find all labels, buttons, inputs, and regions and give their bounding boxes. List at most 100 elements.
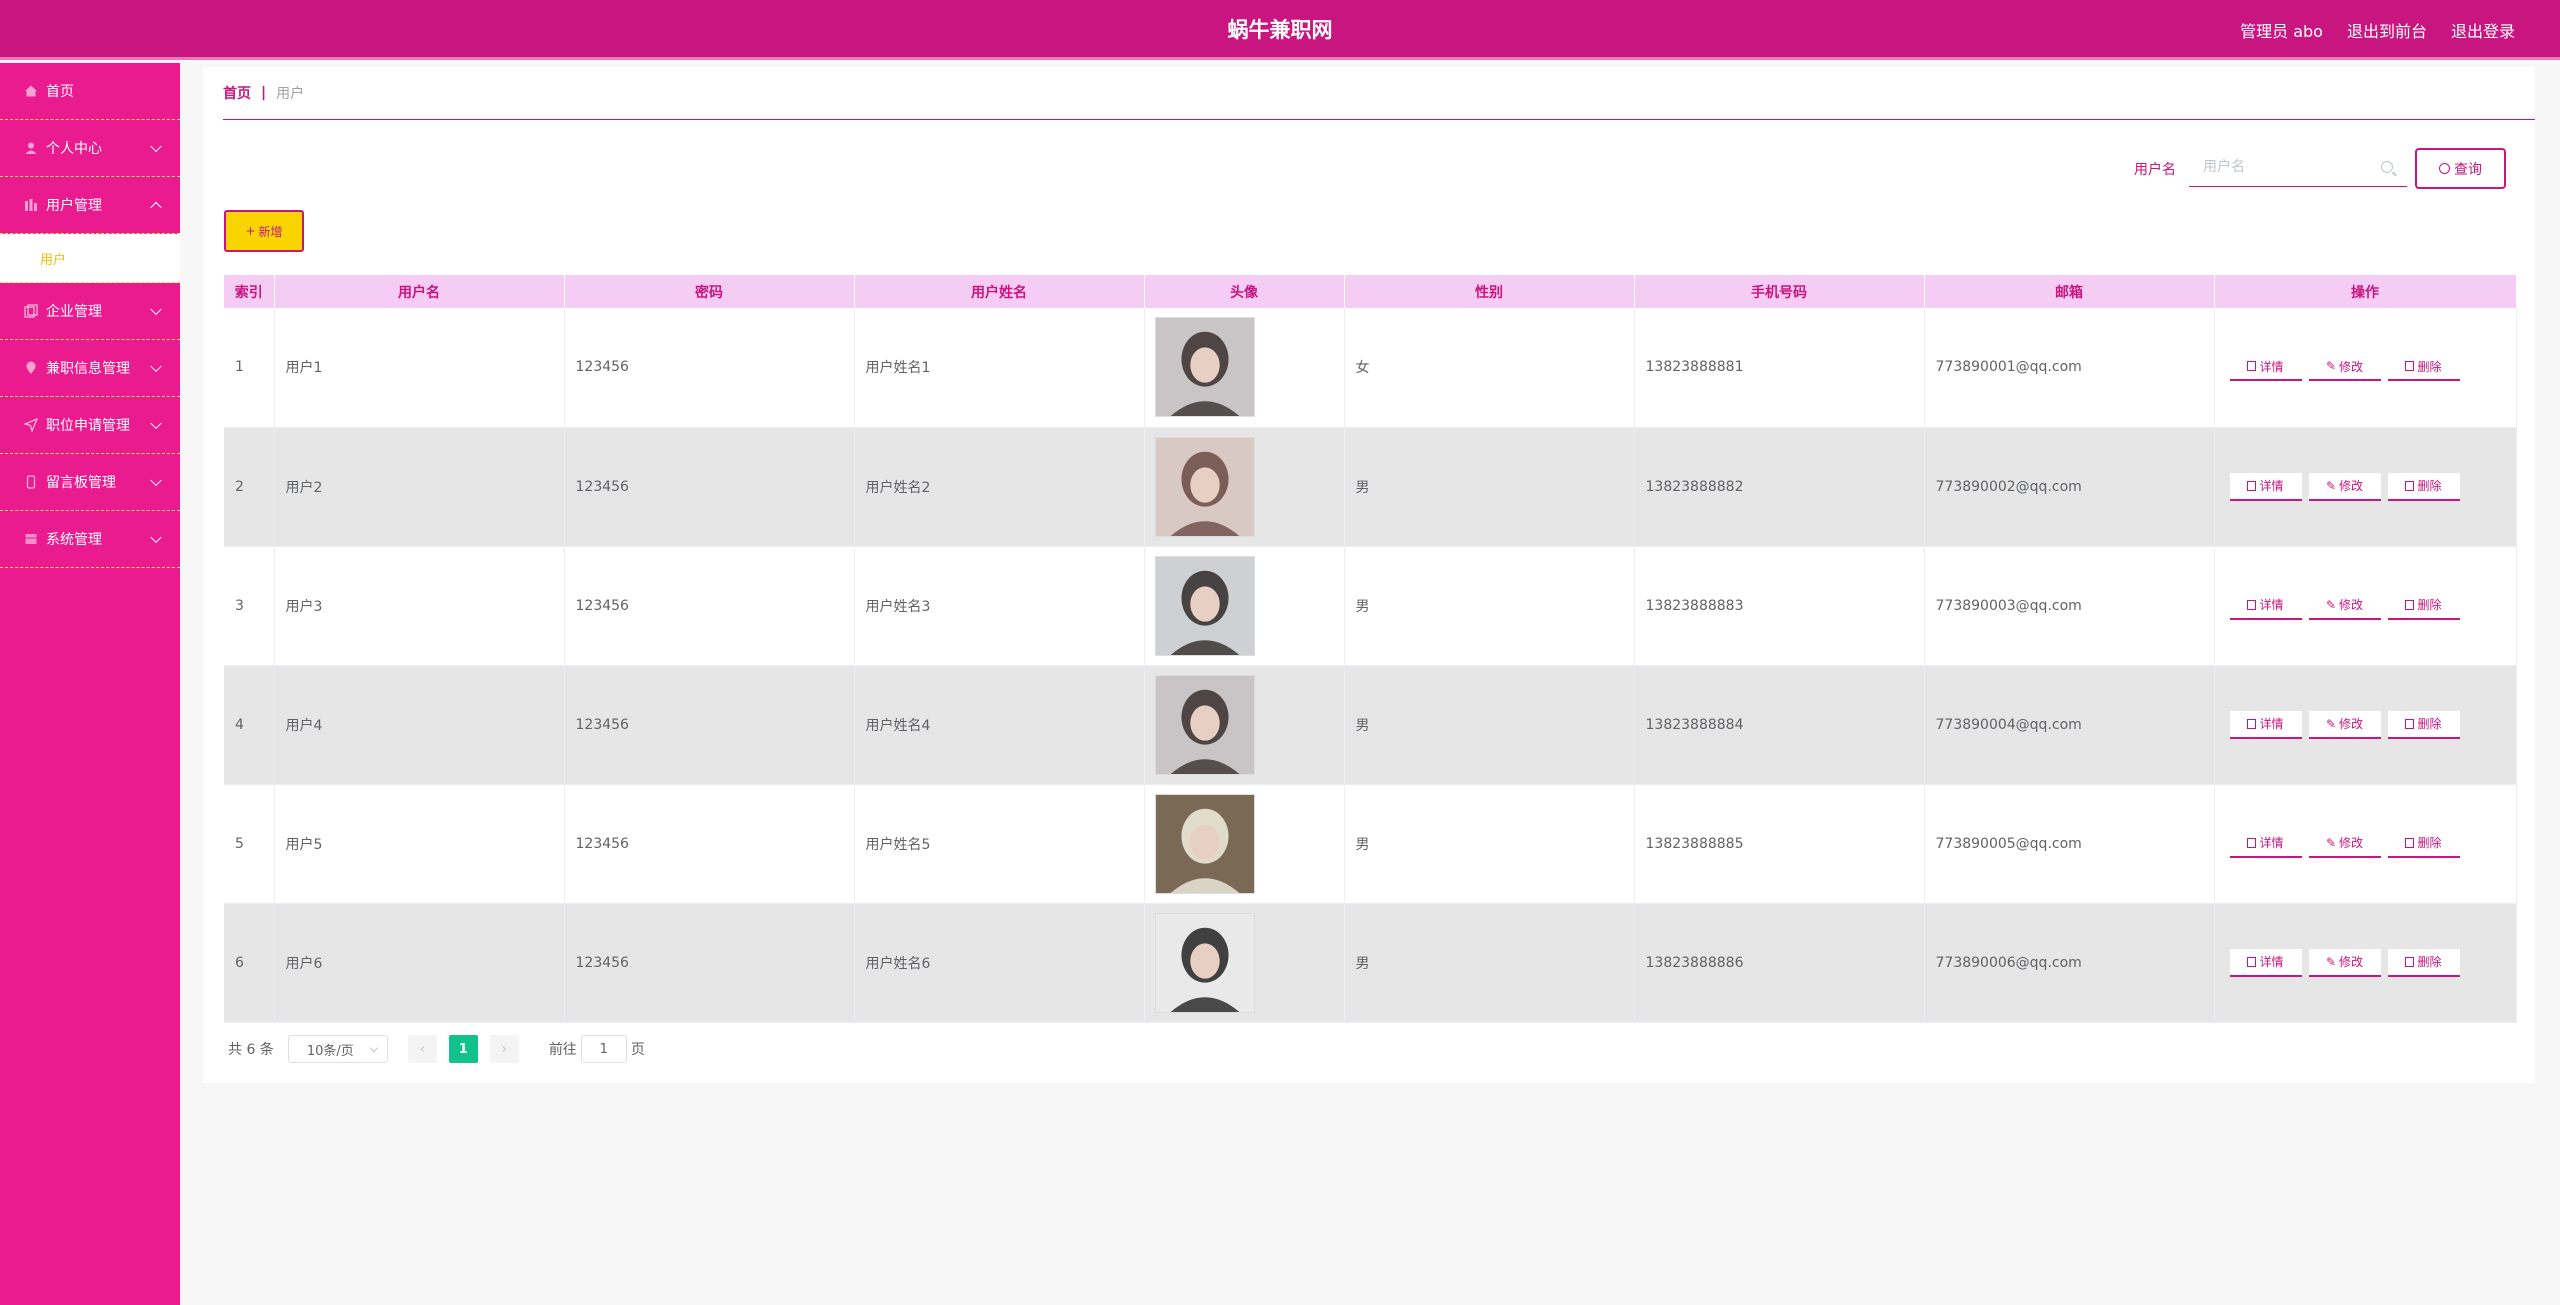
prev-page-button[interactable]: ‹	[407, 1035, 437, 1063]
breadcrumb-home[interactable]: 首页	[223, 83, 251, 103]
add-button-label: 新增	[258, 224, 283, 239]
cell-gender: 男	[1344, 546, 1635, 666]
detail-button[interactable]: 详情	[2229, 829, 2302, 858]
cell-actions: 详情 ✎ 修改 删除	[2214, 427, 2517, 547]
edit-button[interactable]: ✎ 修改	[2308, 353, 2381, 382]
table-row[interactable]: 6 用户6 123456 用户姓名6 男 13823888886 773890006@qq…	[224, 903, 2517, 1023]
chevron-down-icon	[150, 531, 162, 544]
delete-button[interactable]: 删除	[2387, 710, 2460, 739]
cell-password: 123456	[564, 784, 855, 904]
sidebar-item-users[interactable]: 用户管理	[0, 177, 180, 234]
chevron-up-icon	[150, 201, 162, 214]
column-header[interactable]: 密码	[564, 275, 855, 308]
avatar[interactable]	[1154, 436, 1255, 537]
send-icon	[24, 418, 38, 432]
column-header[interactable]: 邮箱	[1924, 275, 2215, 308]
sidebar-item-label: 系统管理	[46, 532, 102, 548]
sidebar: 首页 个人中心 用户管理 用户 企业管理 兼职信息管理 职位申请管理 留言板管理…	[0, 63, 180, 1305]
cell-gender: 男	[1344, 427, 1635, 547]
detail-button[interactable]: 详情	[2229, 472, 2302, 501]
sidebar-item-parttime[interactable]: 兼职信息管理	[0, 340, 180, 397]
avatar[interactable]	[1154, 674, 1255, 775]
column-header[interactable]: 头像	[1144, 275, 1345, 308]
cell-username: 用户3	[274, 546, 565, 666]
detail-button[interactable]: 详情	[2229, 948, 2302, 977]
detail-label: 详情	[2259, 717, 2284, 731]
back-to-front-link[interactable]: 退出到前台	[2347, 18, 2427, 42]
delete-button[interactable]: 删除	[2387, 353, 2460, 382]
cell-name: 用户姓名2	[854, 427, 1145, 547]
delete-label: 删除	[2417, 598, 2442, 612]
cell-actions: 详情 ✎ 修改 删除	[2214, 665, 2517, 785]
edit-icon: ✎	[2325, 716, 2337, 731]
next-page-button[interactable]: ›	[489, 1035, 519, 1063]
logout-link[interactable]: 退出登录	[2451, 18, 2515, 42]
edit-label: 修改	[2339, 836, 2364, 850]
cell-phone: 13823888882	[1634, 427, 1925, 547]
sidebar-item-enterprise[interactable]: 企业管理	[0, 283, 180, 340]
edit-button[interactable]: ✎ 修改	[2308, 472, 2381, 501]
column-header[interactable]: 索引	[224, 275, 275, 308]
edit-button[interactable]: ✎ 修改	[2308, 829, 2381, 858]
avatar[interactable]	[1154, 555, 1255, 656]
column-header[interactable]: 操作	[2214, 275, 2517, 308]
avatar[interactable]	[1154, 912, 1255, 1013]
delete-button[interactable]: 删除	[2387, 948, 2460, 977]
column-header[interactable]: 手机号码	[1634, 275, 1925, 308]
cell-username: 用户6	[274, 903, 565, 1023]
trash-icon	[2405, 837, 2415, 848]
cell-password: 123456	[564, 903, 855, 1023]
chevron-right-icon: ›	[501, 1041, 507, 1057]
detail-button[interactable]: 详情	[2229, 591, 2302, 620]
copy-icon	[24, 304, 38, 318]
delete-button[interactable]: 删除	[2387, 829, 2460, 858]
delete-button[interactable]: 删除	[2387, 591, 2460, 620]
cell-phone: 13823888881	[1634, 308, 1925, 428]
chart-icon	[24, 198, 38, 212]
table-row[interactable]: 4 用户4 123456 用户姓名4 男 13823888884 773890004@qq…	[224, 665, 2517, 785]
search-input[interactable]	[2189, 149, 2369, 185]
edit-button[interactable]: ✎ 修改	[2308, 710, 2381, 739]
edit-icon: ✎	[2325, 478, 2337, 493]
cell-email: 773890006@qq.com	[1924, 903, 2215, 1023]
query-button[interactable]: 查询	[2415, 148, 2506, 189]
sidebar-item-messages[interactable]: 留言板管理	[0, 454, 180, 511]
sidebar-item-label: 兼职信息管理	[46, 361, 130, 377]
goto-label: 前往	[548, 1042, 577, 1058]
add-button[interactable]: + 新增	[224, 210, 304, 252]
table-row[interactable]: 2 用户2 123456 用户姓名2 男 13823888882 773890002@qq…	[224, 427, 2517, 547]
table-row[interactable]: 5 用户5 123456 用户姓名5 男 13823888885 773890005@qq…	[224, 784, 2517, 904]
delete-label: 删除	[2417, 955, 2442, 969]
sidebar-item-home[interactable]: 首页	[0, 63, 180, 120]
location-icon	[24, 361, 38, 375]
page-size-select[interactable]: 10条/页	[287, 1035, 388, 1063]
detail-label: 详情	[2259, 836, 2284, 850]
detail-button[interactable]: 详情	[2229, 710, 2302, 739]
goto-page-input[interactable]	[580, 1035, 627, 1063]
document-icon	[2247, 956, 2257, 967]
sidebar-item-application[interactable]: 职位申请管理	[0, 397, 180, 454]
column-header[interactable]: 性别	[1344, 275, 1635, 308]
trash-icon	[2405, 599, 2415, 610]
cell-email: 773890004@qq.com	[1924, 665, 2215, 785]
column-header[interactable]: 用户名	[274, 275, 565, 308]
cell-avatar	[1144, 308, 1345, 428]
cell-avatar	[1144, 427, 1345, 547]
column-header[interactable]: 用户姓名	[854, 275, 1145, 308]
avatar[interactable]	[1154, 793, 1255, 894]
edit-label: 修改	[2339, 479, 2364, 493]
table-row[interactable]: 1 用户1 123456 用户姓名1 女 13823888881 773890001@qq…	[224, 308, 2517, 428]
delete-button[interactable]: 删除	[2387, 472, 2460, 501]
table-row[interactable]: 3 用户3 123456 用户姓名3 男 13823888883 773890003@qq…	[224, 546, 2517, 666]
cell-avatar	[1144, 546, 1345, 666]
cell-password: 123456	[564, 546, 855, 666]
detail-button[interactable]: 详情	[2229, 353, 2302, 382]
delete-label: 删除	[2417, 717, 2442, 731]
sidebar-subitem-user[interactable]: 用户	[0, 234, 180, 283]
sidebar-item-system[interactable]: 系统管理	[0, 511, 180, 568]
page-number-current[interactable]: 1	[448, 1035, 478, 1063]
edit-button[interactable]: ✎ 修改	[2308, 591, 2381, 620]
sidebar-item-personal[interactable]: 个人中心	[0, 120, 180, 177]
avatar[interactable]	[1154, 317, 1255, 418]
edit-button[interactable]: ✎ 修改	[2308, 948, 2381, 977]
